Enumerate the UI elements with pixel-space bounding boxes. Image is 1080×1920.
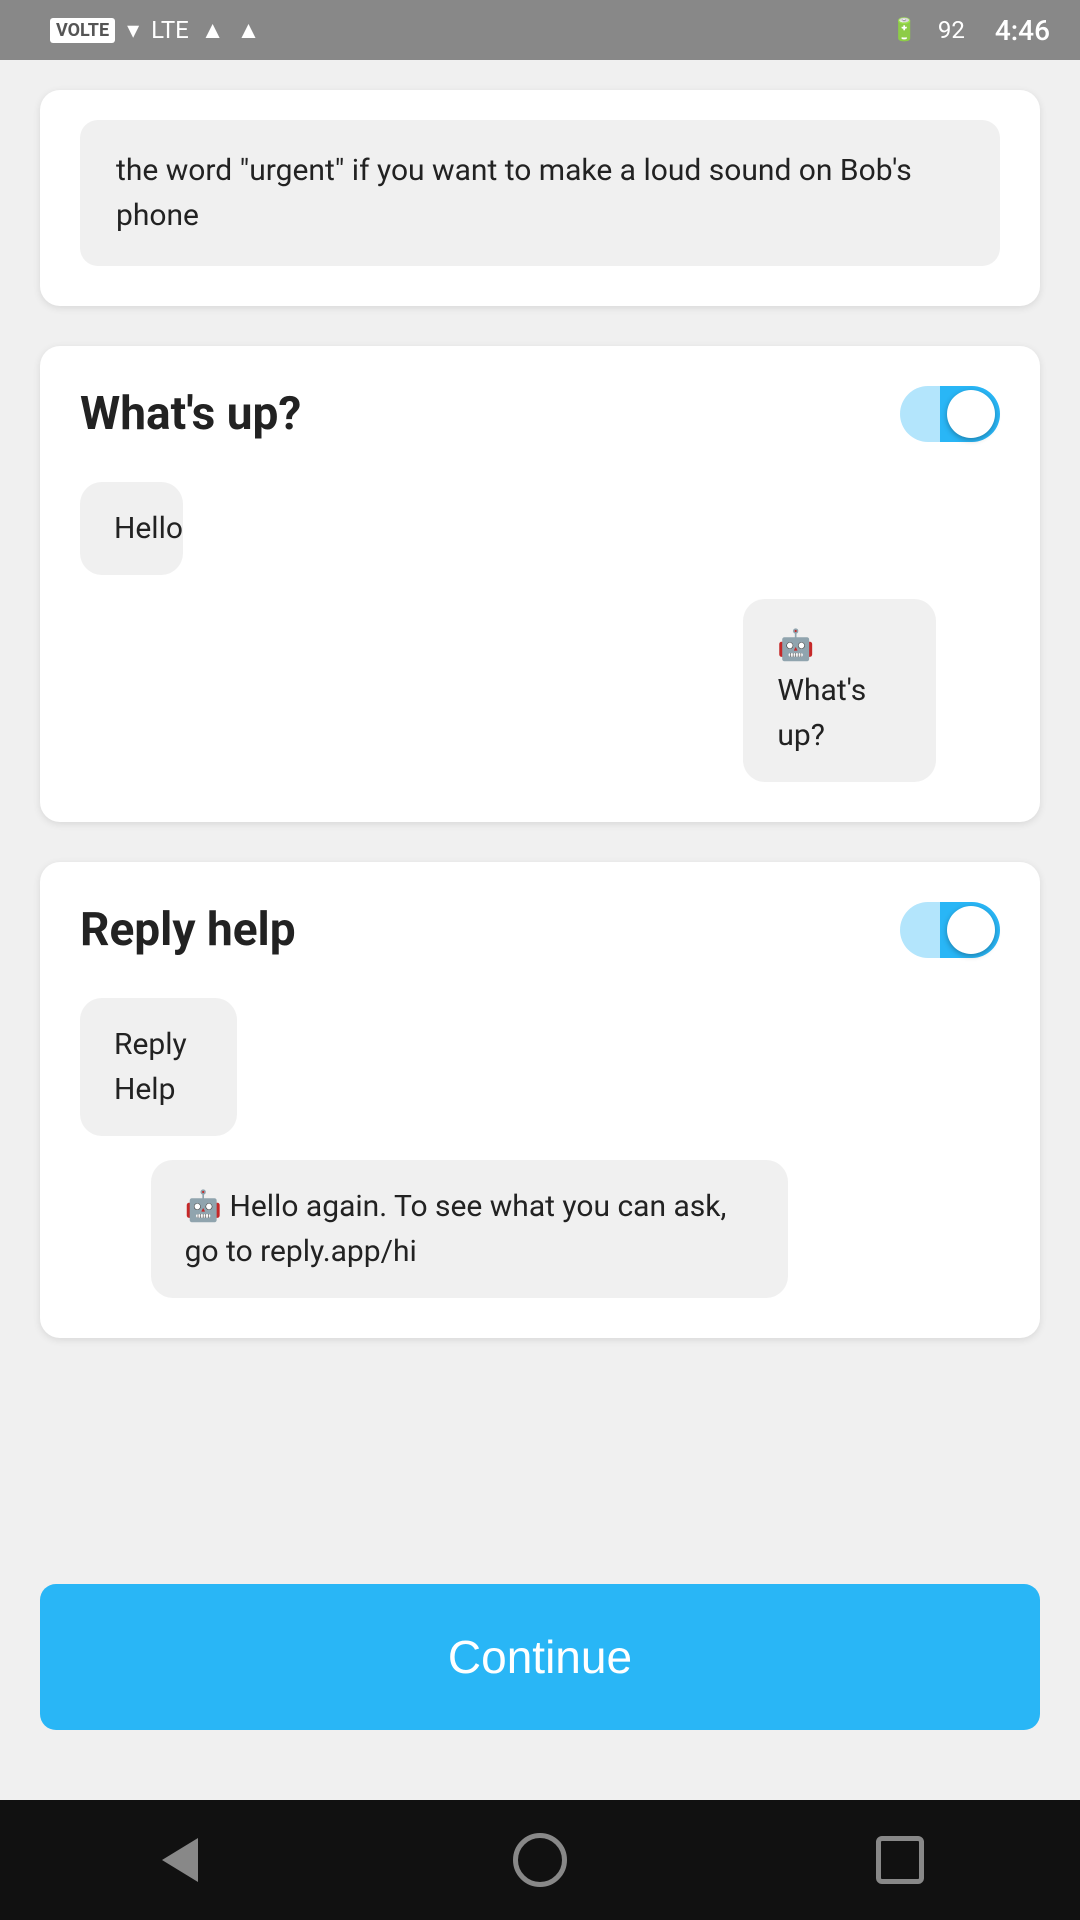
- bottom-nav: [0, 1800, 1080, 1920]
- home-icon: [513, 1833, 567, 1887]
- reply-help-card: Reply help Reply Help 🤖 Hello again. To …: [40, 862, 1040, 1338]
- spacer: [0, 1358, 1080, 1574]
- back-button[interactable]: [145, 1825, 215, 1895]
- reply-help-title: Reply help: [80, 903, 296, 957]
- volte-indicator: VOLTE: [50, 18, 115, 43]
- bubble-whatsup-text: 🤖 What's up?: [743, 599, 935, 782]
- bubble-left-replyhelp: Reply Help: [80, 998, 290, 1136]
- battery-icon: 🔋: [890, 18, 917, 43]
- whats-up-header: What's up?: [80, 386, 1000, 442]
- reply-help-chat: Reply Help 🤖 Hello again. To see what yo…: [80, 998, 1000, 1298]
- continue-button[interactable]: Continue: [40, 1584, 1040, 1730]
- status-time: 4:46: [995, 14, 1050, 47]
- recents-icon: [876, 1836, 924, 1884]
- whats-up-title: What's up?: [80, 387, 301, 441]
- partial-bubble-text: the word "urgent" if you want to make a …: [80, 120, 1000, 266]
- lte-label: LTE: [151, 16, 189, 44]
- bubble-helloagain-text: 🤖 Hello again. To see what you can ask, …: [151, 1160, 788, 1298]
- battery-percent: 92: [938, 16, 965, 44]
- back-icon: [162, 1838, 198, 1882]
- wifi-icon: ▾: [127, 16, 139, 44]
- home-button[interactable]: [505, 1825, 575, 1895]
- bubble-right-whatsup: 🤖 What's up?: [743, 599, 1000, 782]
- status-bar: VOLTE ▾ LTE ▲ ▲ 🔋 92 4:46: [0, 0, 1080, 60]
- bubble-hello-text: Hello: [80, 482, 183, 575]
- signal-icon-2: ▲: [237, 16, 261, 45]
- reply-help-header: Reply help: [80, 902, 1000, 958]
- scroll-area: the word "urgent" if you want to make a …: [0, 60, 1080, 1800]
- whats-up-chat: Hello 🤖 What's up?: [80, 482, 1000, 782]
- partial-card: the word "urgent" if you want to make a …: [40, 90, 1040, 306]
- bubble-replyhelp-text: Reply Help: [80, 998, 237, 1136]
- whats-up-card: What's up? Hello 🤖 What's up?: [40, 346, 1040, 822]
- bubble-left-hello: Hello: [80, 482, 217, 575]
- recents-button[interactable]: [865, 1825, 935, 1895]
- signal-icon-1: ▲: [201, 16, 225, 45]
- whats-up-toggle[interactable]: [900, 386, 1000, 442]
- reply-help-toggle[interactable]: [900, 902, 1000, 958]
- bubble-right-helloagain: 🤖 Hello again. To see what you can ask, …: [151, 1160, 1000, 1298]
